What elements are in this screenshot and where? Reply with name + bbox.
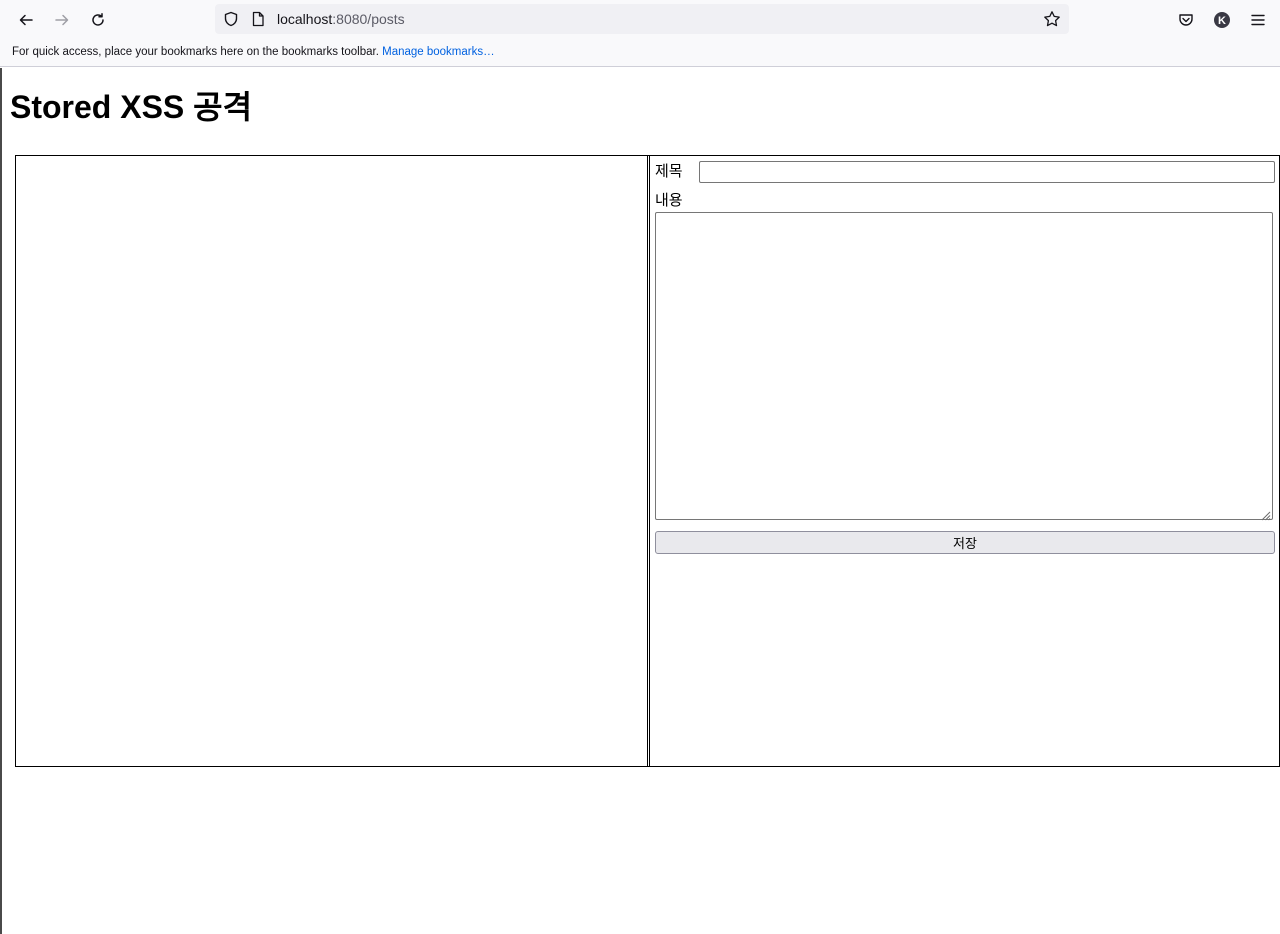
- hamburger-menu-icon[interactable]: [1244, 6, 1272, 34]
- back-arrow-icon[interactable]: [12, 6, 40, 34]
- shield-icon[interactable]: [223, 11, 239, 31]
- bookmarks-prompt: For quick access, place your bookmarks h…: [12, 46, 379, 58]
- page-icon[interactable]: [251, 11, 265, 31]
- page-content: Stored XSS 공격 제목 내용 저장: [0, 68, 1280, 934]
- post-form-cell: 제목 내용 저장: [649, 156, 1279, 766]
- save-button[interactable]: 저장: [655, 531, 1275, 554]
- forward-arrow-icon[interactable]: [48, 6, 76, 34]
- bookmarks-toolbar: For quick access, place your bookmarks h…: [0, 40, 1280, 67]
- posts-list-cell: [16, 156, 648, 766]
- title-label: 제목: [655, 162, 683, 180]
- address-bar[interactable]: localhost:8080/posts: [215, 4, 1069, 34]
- content-textarea[interactable]: [655, 212, 1273, 520]
- title-input[interactable]: [699, 161, 1275, 183]
- manage-bookmarks-link[interactable]: Manage bookmarks…: [382, 46, 495, 58]
- account-icon[interactable]: K: [1208, 6, 1236, 34]
- layout-table: 제목 내용 저장: [15, 155, 1280, 767]
- page-title: Stored XSS 공격: [10, 89, 253, 125]
- svg-text:K: K: [1218, 15, 1226, 27]
- content-label: 내용: [655, 191, 683, 209]
- browser-toolbar: localhost:8080/posts K: [0, 0, 1280, 40]
- reload-icon[interactable]: [84, 6, 112, 34]
- star-icon[interactable]: [1043, 10, 1061, 32]
- pocket-icon[interactable]: [1172, 6, 1200, 34]
- resize-grip-icon[interactable]: [1259, 506, 1271, 525]
- url-text[interactable]: localhost:8080/posts: [277, 10, 405, 28]
